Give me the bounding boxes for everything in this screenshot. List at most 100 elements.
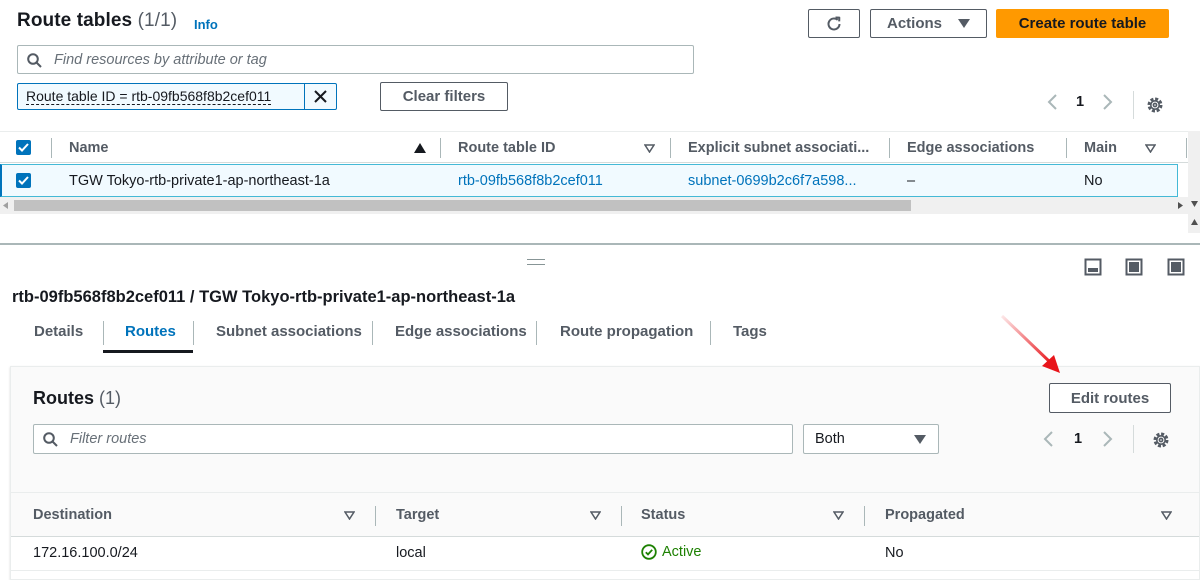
check-circle-icon xyxy=(641,544,657,560)
create-route-table-button[interactable]: Create route table xyxy=(996,9,1169,38)
sort-icon[interactable] xyxy=(833,511,844,520)
column-separator xyxy=(1186,138,1187,158)
caret-down-icon xyxy=(914,435,926,444)
gear-icon[interactable] xyxy=(1152,431,1170,449)
column-separator xyxy=(889,138,890,158)
gear-icon[interactable] xyxy=(1146,96,1164,114)
routes-pagination: 1 xyxy=(1043,431,1113,447)
split-side-icon[interactable] xyxy=(1125,258,1143,276)
active-tab-indicator xyxy=(103,350,193,353)
column-separator xyxy=(440,138,441,158)
scroll-down-icon[interactable] xyxy=(1191,201,1198,207)
sort-icon[interactable] xyxy=(344,511,355,520)
column-separator xyxy=(375,506,376,526)
detail-title: rtb-09fb568f8b2cef011 / TGW Tokyo-rtb-pr… xyxy=(12,288,516,306)
page-number[interactable]: 1 xyxy=(1074,431,1082,447)
row-name: TGW Tokyo-rtb-private1-ap-northeast-1a xyxy=(69,173,330,189)
route-type-value: Both xyxy=(815,431,845,447)
top-pagination: 1 xyxy=(1047,94,1113,110)
maximize-panel-icon[interactable] xyxy=(1167,258,1185,276)
column-name[interactable]: Name xyxy=(69,140,109,156)
column-separator xyxy=(670,138,671,158)
split-bottom-icon[interactable] xyxy=(1084,258,1102,276)
chevron-left-icon[interactable] xyxy=(1043,431,1055,447)
page-title: Route tables (1/1) xyxy=(17,10,177,32)
actions-button-label: Actions xyxy=(886,15,942,32)
chevron-left-icon[interactable] xyxy=(1047,94,1059,110)
search-icon xyxy=(43,432,58,447)
filter-token-text: Route table ID = rtb-09fb568f8b2cef011 xyxy=(26,88,272,105)
edit-routes-button[interactable]: Edit routes xyxy=(1049,383,1171,413)
table-row[interactable]: 172.16.100.0/24 local Active No xyxy=(11,537,1199,571)
status-badge: Active xyxy=(641,544,702,560)
routes-title: Routes (1) xyxy=(33,388,121,409)
remove-filter-button[interactable] xyxy=(304,84,336,109)
routes-filter-input[interactable] xyxy=(68,425,768,452)
page-number[interactable]: 1 xyxy=(1076,94,1084,110)
tab-separator xyxy=(372,321,373,345)
column-propagated[interactable]: Propagated xyxy=(885,507,965,523)
row-edge-associations: – xyxy=(907,173,916,189)
tab-edge-associations[interactable]: Edge associations xyxy=(395,323,527,340)
tab-separator xyxy=(193,321,194,345)
scroll-right-icon[interactable] xyxy=(1177,202,1183,209)
resource-search-input[interactable] xyxy=(52,46,672,73)
caret-down-icon xyxy=(958,19,970,28)
search-icon xyxy=(27,53,42,68)
resource-search[interactable] xyxy=(17,45,694,74)
scroll-up-icon[interactable] xyxy=(1191,219,1198,225)
row-route-table-id-link[interactable]: rtb-09fb568f8b2cef011 xyxy=(458,173,603,189)
column-edge-associations[interactable]: Edge associations xyxy=(907,140,1034,156)
column-separator xyxy=(621,506,622,526)
column-destination[interactable]: Destination xyxy=(33,507,112,523)
horizontal-scroll-thumb[interactable] xyxy=(14,200,911,211)
sort-icon[interactable] xyxy=(644,144,655,153)
sort-icon[interactable] xyxy=(590,511,601,520)
select-all-checkbox[interactable] xyxy=(16,140,31,155)
column-explicit-subnet[interactable]: Explicit subnet associati... xyxy=(688,140,869,156)
column-main[interactable]: Main xyxy=(1084,140,1117,156)
chevron-right-icon[interactable] xyxy=(1101,94,1113,110)
tab-tags[interactable]: Tags xyxy=(733,323,767,340)
column-route-table-id[interactable]: Route table ID xyxy=(458,140,555,156)
check-icon xyxy=(18,176,29,185)
clear-filters-button[interactable]: Clear filters xyxy=(380,82,508,111)
info-link[interactable]: Info xyxy=(194,17,218,32)
tab-details[interactable]: Details xyxy=(34,323,83,340)
page-title-text: Route tables xyxy=(17,10,133,31)
tab-separator xyxy=(103,321,104,345)
row-checkbox[interactable] xyxy=(16,173,31,188)
refresh-icon xyxy=(827,16,841,30)
row-main: No xyxy=(1084,173,1103,189)
route-target: local xyxy=(396,545,426,561)
split-panel-divider[interactable] xyxy=(0,243,1200,245)
pager-divider xyxy=(1133,425,1134,453)
annotation-arrow-icon xyxy=(1000,314,1060,373)
routes-filter[interactable] xyxy=(33,424,793,454)
refresh-button[interactable] xyxy=(808,9,860,38)
sort-icon[interactable] xyxy=(1145,144,1156,153)
tab-routes[interactable]: Routes xyxy=(125,323,176,340)
selection-count: (1/1) xyxy=(137,10,178,31)
filter-token[interactable]: Route table ID = rtb-09fb568f8b2cef011 xyxy=(17,83,337,110)
tab-route-propagation[interactable]: Route propagation xyxy=(560,323,693,340)
table-row[interactable]: TGW Tokyo-rtb-private1-ap-northeast-1a r… xyxy=(0,164,1178,197)
actions-button[interactable]: Actions xyxy=(870,9,987,38)
status-text: Active xyxy=(662,544,702,560)
chevron-right-icon[interactable] xyxy=(1101,431,1113,447)
routes-header: Routes (1) Edit routes Both 1 xyxy=(11,367,1199,493)
column-separator xyxy=(1066,138,1067,158)
column-status[interactable]: Status xyxy=(641,507,685,523)
sort-ascending-icon[interactable] xyxy=(414,143,426,153)
horizontal-scrollbar[interactable] xyxy=(0,197,1188,214)
resize-handle[interactable] xyxy=(527,259,545,265)
vertical-scrollbar[interactable] xyxy=(1188,131,1200,233)
route-type-select[interactable]: Both xyxy=(803,424,939,454)
column-target[interactable]: Target xyxy=(396,507,439,523)
close-icon xyxy=(314,90,327,103)
scroll-left-icon[interactable] xyxy=(3,202,9,209)
tab-subnet-associations[interactable]: Subnet associations xyxy=(216,323,362,340)
sort-icon[interactable] xyxy=(1161,511,1172,520)
row-subnet-link[interactable]: subnet-0699b2c6f7a598... xyxy=(688,173,857,189)
routes-count: (1) xyxy=(99,388,122,408)
